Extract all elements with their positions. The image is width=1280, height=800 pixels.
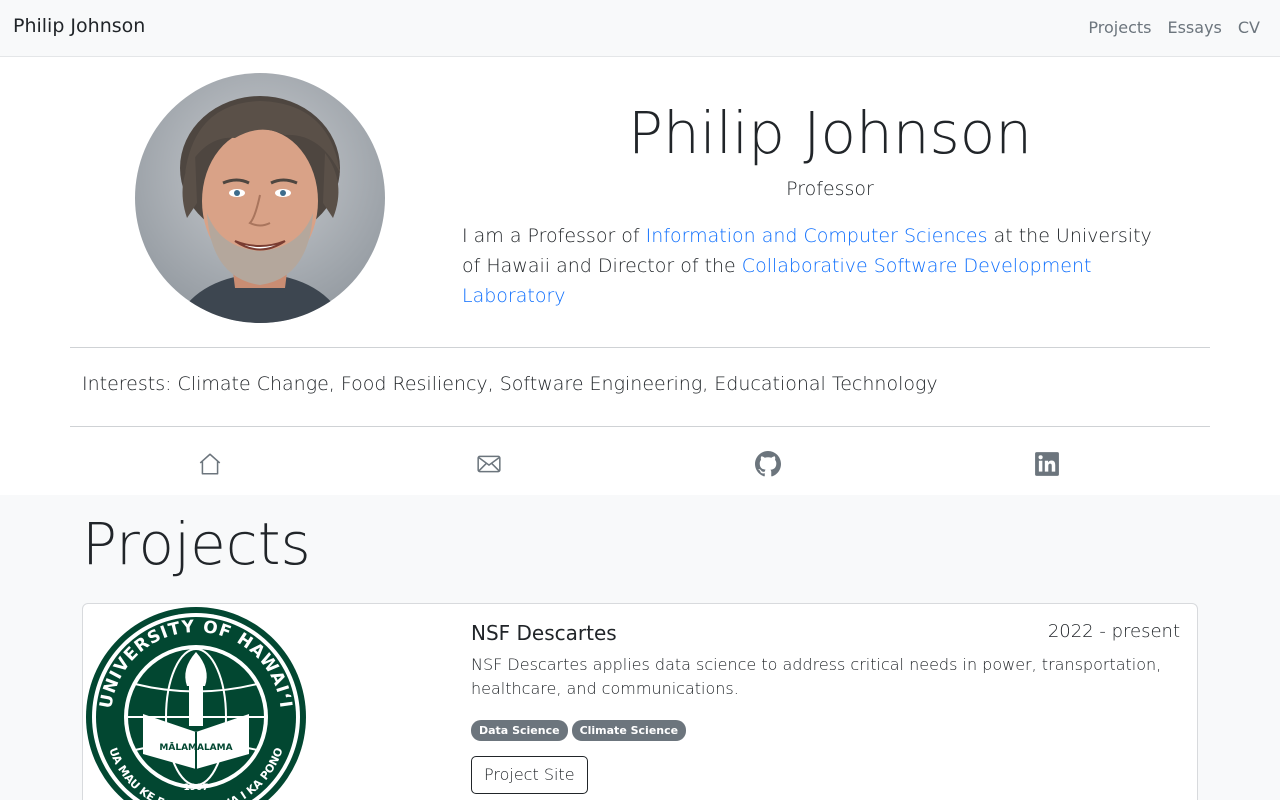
profile-name: Philip Johnson (628, 99, 1032, 167)
social-github[interactable] (628, 449, 907, 479)
social-links (70, 449, 1186, 479)
project-card: MĀLAMALAMA 1907 UNIVERSITY OF HAWAI‘I UA… (82, 603, 1198, 800)
avatar-portrait (135, 73, 385, 323)
project-description: NSF Descartes applies data science to ad… (471, 655, 1162, 698)
project-date: 2022 - present (1047, 621, 1180, 642)
navbar: Philip Johnson Projects Essays CV (0, 0, 1280, 57)
projects-heading: Projects (82, 510, 311, 578)
profile-section: Philip Johnson Professor I am a Professo… (0, 57, 1280, 495)
university-seal-logo: MĀLAMALAMA 1907 UNIVERSITY OF HAWAI‘I UA… (86, 607, 306, 800)
tag-badge: Data Science (471, 720, 568, 741)
github-icon (754, 451, 781, 477)
seal-year: 1907 (183, 783, 208, 793)
profile-bio: I am a Professor of Information and Comp… (462, 221, 1162, 311)
social-home[interactable] (70, 449, 349, 479)
navbar-brand[interactable]: Philip Johnson (13, 15, 145, 37)
bio-text-1: I am a Professor of (462, 225, 646, 247)
seal-book-text: MĀLAMALAMA (159, 742, 232, 753)
home-icon (199, 453, 220, 475)
project-site-button[interactable]: Project Site (471, 756, 588, 794)
linkedin-icon (1034, 452, 1059, 476)
envelope-icon (476, 455, 501, 473)
divider (70, 347, 1210, 348)
tag-badge: Climate Science (571, 720, 687, 741)
project-title: NSF Descartes (471, 621, 617, 645)
nav-link-projects[interactable]: Projects (1088, 18, 1151, 37)
divider (70, 426, 1210, 427)
social-email[interactable] (349, 449, 628, 479)
nav-link-cv[interactable]: CV (1238, 18, 1260, 37)
nav-link-essays[interactable]: Essays (1167, 18, 1221, 37)
profile-title: Professor (786, 178, 874, 200)
profile-interests: Interests: Climate Change, Food Resilien… (82, 373, 938, 395)
social-linkedin[interactable] (907, 449, 1186, 479)
link-ics[interactable]: Information and Computer Sciences (646, 225, 988, 247)
avatar (135, 73, 385, 323)
nav-links: Projects Essays CV (1088, 18, 1260, 37)
project-tags: Data Science Climate Science (471, 720, 687, 741)
